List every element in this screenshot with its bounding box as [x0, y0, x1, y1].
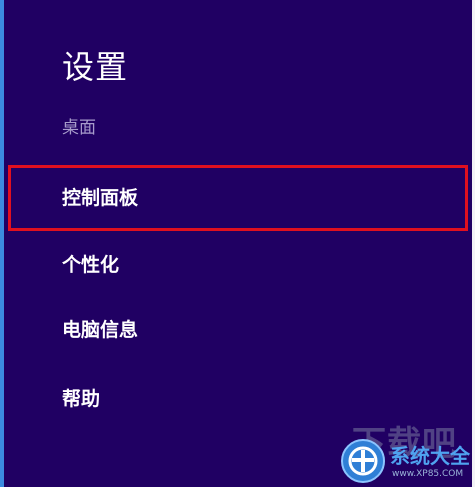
watermark-site: www.XP85.COM	[392, 469, 464, 479]
settings-charm-panel: 设置 桌面 控制面板 个性化 电脑信息 帮助 下载吧 系统大全 www.XP85…	[0, 0, 475, 487]
panel-subtitle: 桌面	[62, 118, 96, 138]
menu-item-control-panel[interactable]: 控制面板	[0, 176, 472, 220]
menu-item-label: 个性化	[62, 254, 120, 276]
menu-item-label: 电脑信息	[62, 319, 139, 341]
watermark-logo-icon	[341, 439, 385, 483]
menu-item-label: 帮助	[62, 388, 101, 410]
menu-item-personalization[interactable]: 个性化	[0, 243, 472, 287]
watermark-brand: 系统大全	[390, 444, 470, 468]
menu-item-pc-info[interactable]: 电脑信息	[0, 308, 472, 352]
panel-title: 设置	[62, 48, 129, 86]
menu-item-help[interactable]: 帮助	[0, 377, 472, 421]
menu-item-label: 控制面板	[62, 187, 139, 209]
